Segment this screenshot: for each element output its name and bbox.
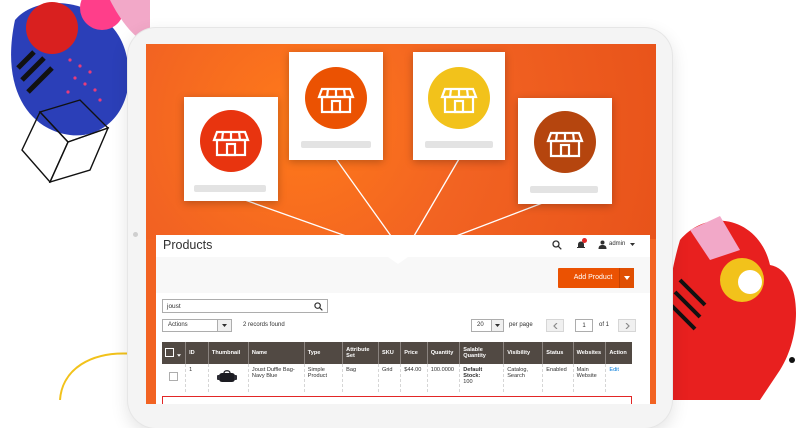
salable-stock-label: Default Stock:	[463, 367, 483, 379]
cell-id: 1	[185, 364, 209, 392]
add-product-button[interactable]: Add Product	[558, 268, 628, 288]
search-icon[interactable]	[314, 302, 323, 311]
column-header-type[interactable]: Type	[303, 342, 343, 364]
mass-select-header[interactable]	[162, 342, 186, 364]
actions-select-toggle[interactable]	[217, 320, 231, 331]
store-card-orange	[289, 52, 383, 160]
per-page-value: 20	[477, 322, 484, 328]
store-card-yellow	[413, 52, 505, 160]
placeholder-text-bar	[530, 186, 598, 193]
search-value: joust	[167, 302, 181, 310]
cell-websites: Main Website	[572, 364, 606, 392]
add-product-label: Add Product	[573, 274, 613, 281]
cell-sku: Grid	[377, 364, 401, 392]
bag-icon	[216, 370, 237, 382]
store-icon	[428, 67, 490, 129]
column-header-price[interactable]: Price	[400, 342, 428, 364]
search-icon[interactable]	[552, 240, 562, 250]
decorative-art-right	[664, 216, 797, 400]
current-page-value: 1	[582, 323, 586, 329]
chevron-left-icon	[553, 323, 558, 329]
store-icon	[200, 110, 262, 172]
previous-page-button[interactable]	[546, 319, 564, 332]
current-page-input[interactable]: 1	[575, 319, 593, 332]
products-admin-panel: Products admin Add Product joust Actions	[156, 235, 650, 404]
keyword-search-input[interactable]: joust	[162, 299, 328, 313]
user-icon[interactable]	[598, 240, 607, 249]
actions-select-label: Actions	[168, 322, 188, 328]
page-count: of 1	[599, 322, 610, 328]
cell-quantity: 100.0000	[426, 364, 460, 392]
column-header-action: Action	[605, 342, 632, 364]
actions-select[interactable]: Actions	[162, 319, 232, 332]
per-page-toggle[interactable]	[491, 320, 503, 331]
chevron-down-icon	[176, 353, 181, 357]
placeholder-text-bar	[425, 141, 493, 148]
salable-stock-value: 100	[463, 379, 473, 385]
decorative-art-bottom	[59, 352, 136, 400]
chevron-down-icon	[222, 324, 227, 327]
cell-name: Joust Duffle Bag-Navy Blue	[247, 364, 305, 392]
cell-status: Enabled	[542, 364, 574, 392]
store-card-brown	[518, 98, 612, 204]
add-product-split-toggle[interactable]	[619, 268, 634, 288]
table-row[interactable]: 1 Joust Duffle Bag-Navy Blue Simple Prod…	[162, 364, 632, 392]
tablet-camera	[133, 232, 138, 237]
row-checkbox[interactable]	[169, 372, 178, 381]
cell-visibility: Catalog, Search	[503, 364, 543, 392]
column-header-attribute-set[interactable]: Attribute Set	[342, 342, 379, 364]
column-header-name[interactable]: Name	[247, 342, 305, 364]
chevron-down-icon	[630, 243, 635, 246]
chevron-down-icon	[495, 324, 500, 327]
mass-select-checkbox[interactable]	[165, 347, 174, 357]
cell-type: Simple Product	[303, 364, 343, 392]
column-header-sku[interactable]: SKU	[377, 342, 401, 364]
store-icon	[305, 67, 367, 129]
column-header-visibility[interactable]: Visibility	[503, 342, 543, 364]
column-header-quantity[interactable]: Quantity	[426, 342, 460, 364]
placeholder-text-bar	[194, 185, 266, 192]
next-row-highlight	[162, 396, 632, 404]
column-header-status[interactable]: Status	[542, 342, 574, 364]
next-page-button[interactable]	[618, 319, 636, 332]
edit-link[interactable]: Edit	[605, 364, 632, 392]
page-title: Products	[163, 238, 213, 252]
chevron-right-icon	[625, 323, 630, 329]
per-page-select[interactable]: 20	[471, 319, 504, 332]
cell-thumbnail	[207, 364, 249, 392]
products-grid: ID Thumbnail Name Type Attribute Set SKU…	[162, 342, 632, 392]
chevron-down-icon	[624, 276, 630, 280]
store-icon	[534, 111, 596, 173]
column-header-thumbnail: Thumbnail	[207, 342, 249, 364]
cell-price: $44.00	[400, 364, 428, 392]
grid-header-row: ID Thumbnail Name Type Attribute Set SKU…	[162, 342, 632, 364]
cell-salable-quantity: Default Stock: 100	[459, 364, 504, 392]
placeholder-text-bar	[301, 141, 371, 148]
cell-attribute-set: Bag	[342, 364, 379, 392]
column-header-websites[interactable]: Websites	[572, 342, 606, 364]
per-page-label: per page	[509, 322, 533, 328]
admin-username[interactable]: admin	[609, 241, 625, 247]
store-card-red	[184, 97, 278, 201]
column-header-id[interactable]: ID	[185, 342, 209, 364]
column-header-salable-quantity[interactable]: Salable Quantity	[459, 342, 504, 364]
notification-badge	[582, 238, 587, 243]
tablet-screen: Products admin Add Product joust Actions	[146, 44, 656, 404]
page-actions-notch	[388, 257, 408, 264]
row-select-cell[interactable]	[162, 364, 186, 392]
records-found: 2 records found	[243, 322, 285, 328]
